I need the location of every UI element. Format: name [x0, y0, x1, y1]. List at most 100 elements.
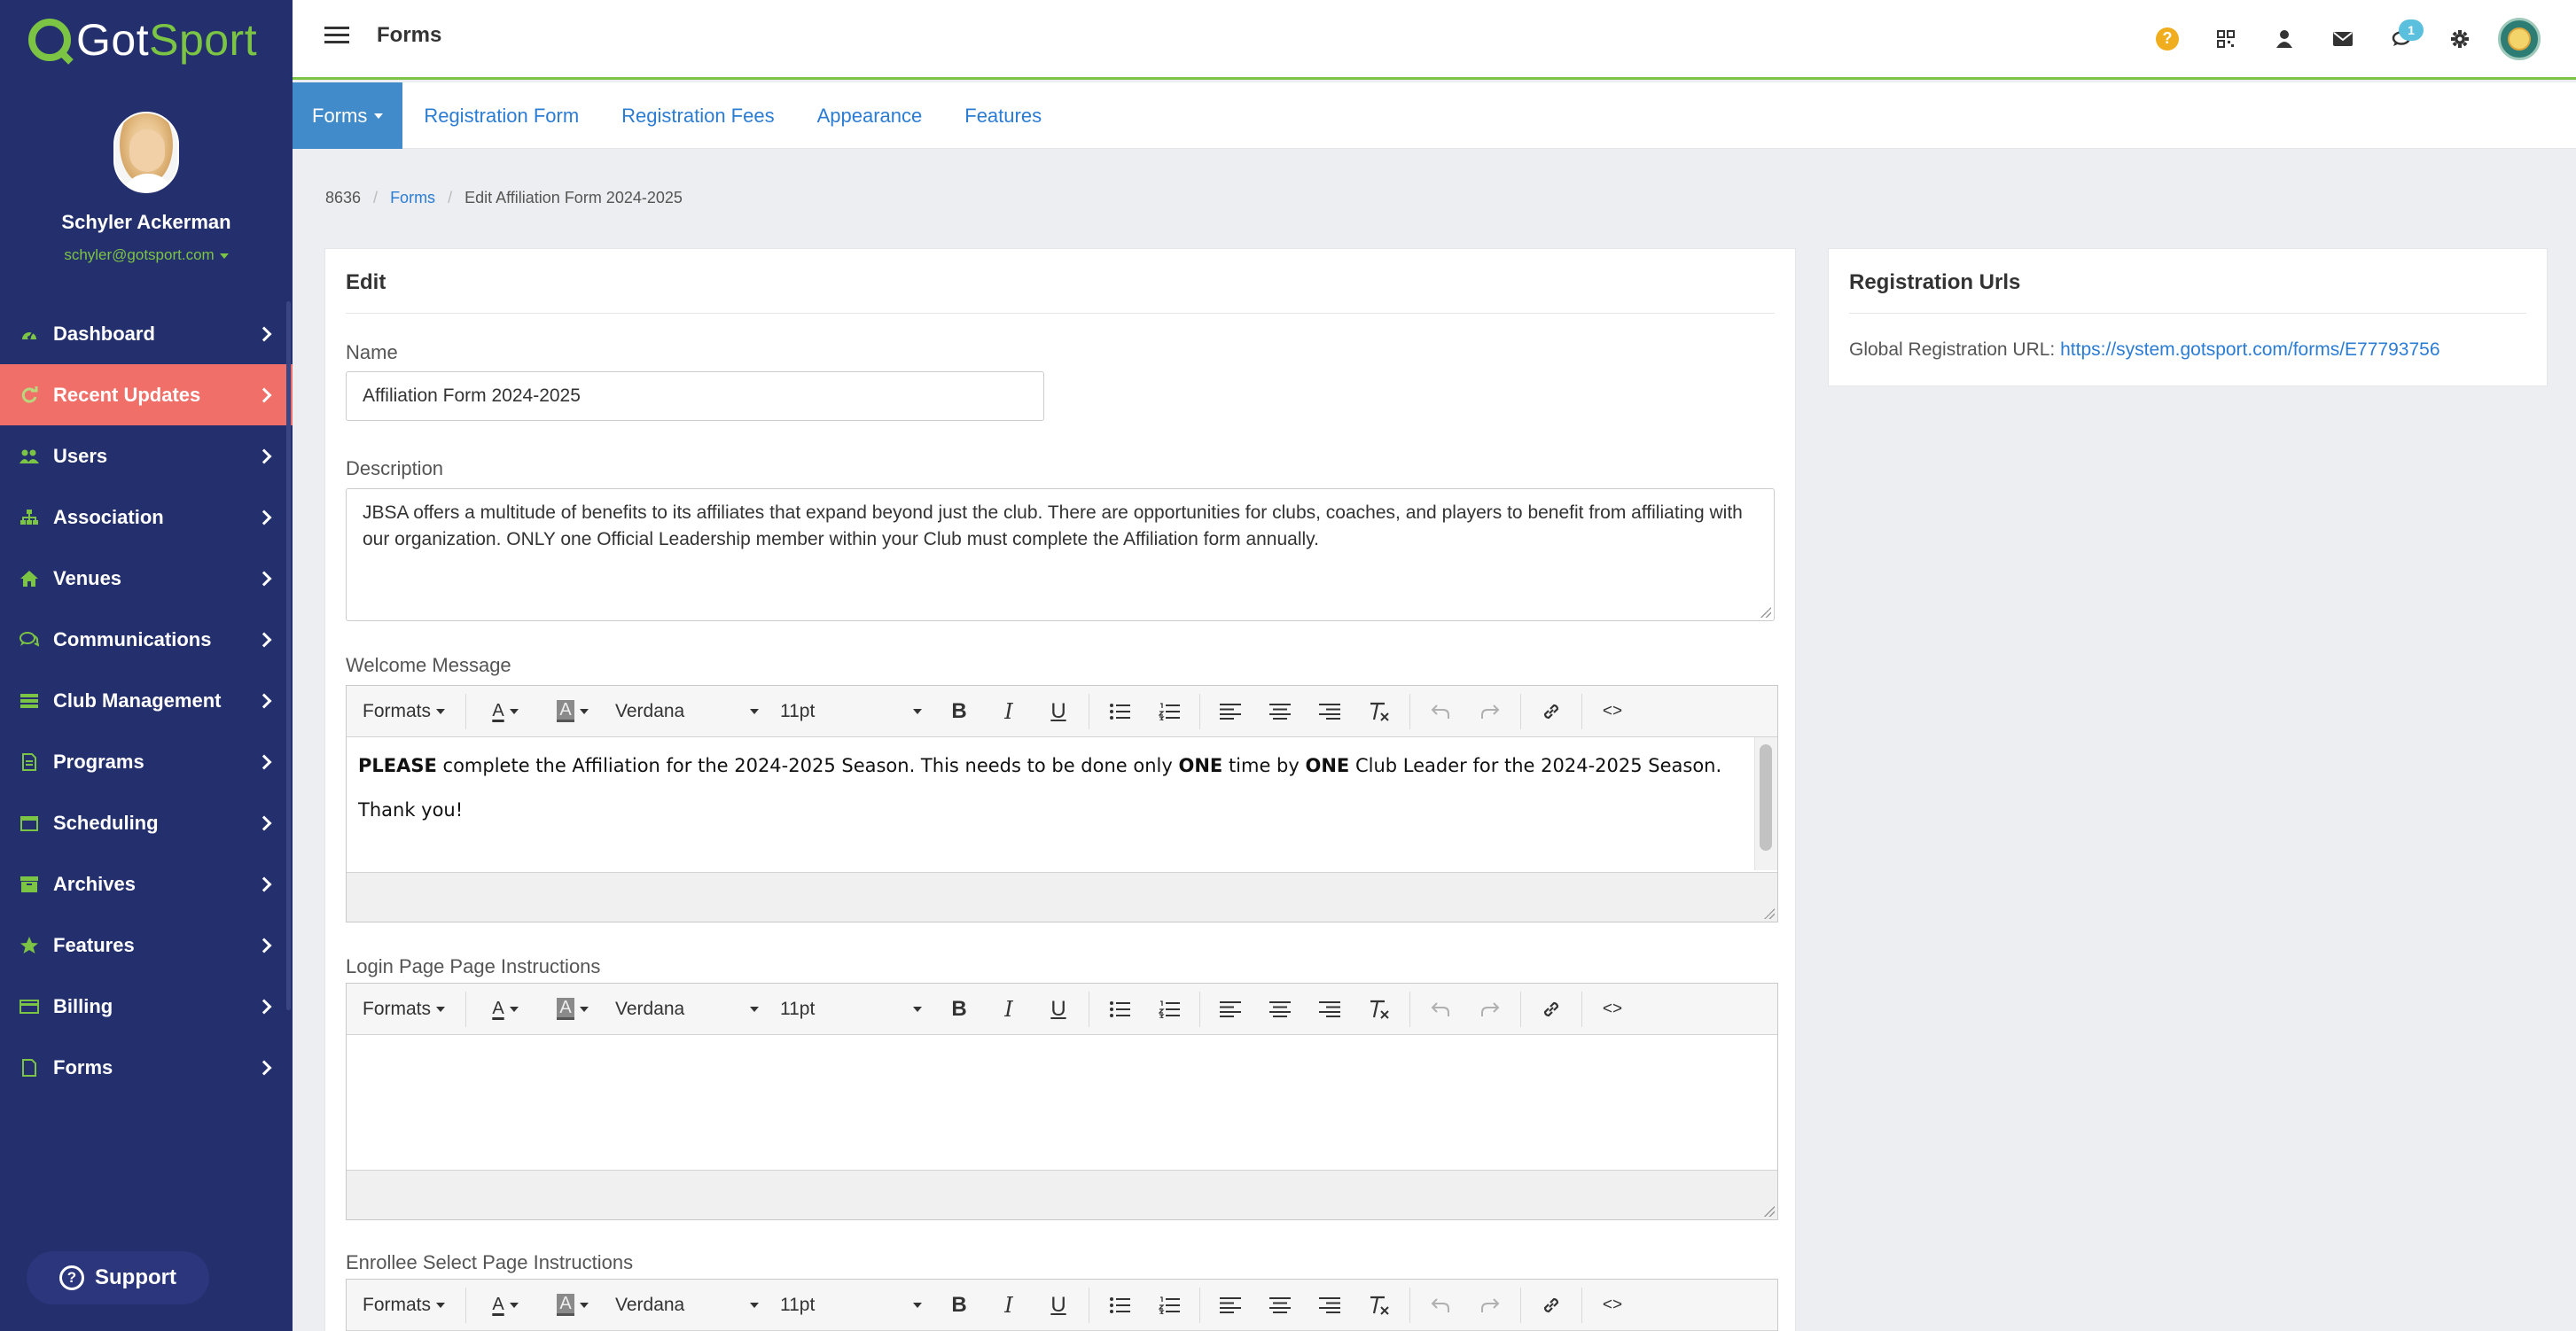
resize-handle-icon[interactable] — [1764, 908, 1775, 919]
bold-button[interactable]: B — [934, 694, 984, 729]
name-value: Affiliation Form 2024-2025 — [363, 385, 581, 406]
insert-link-button[interactable] — [1526, 694, 1576, 729]
align-center-button[interactable] — [1255, 1288, 1305, 1323]
align-left-button[interactable] — [1206, 992, 1255, 1027]
text-color-button[interactable]: A — [472, 992, 539, 1027]
clear-formatting-icon — [1370, 1296, 1389, 1315]
tab-registration-form[interactable]: Registration Form — [402, 82, 600, 149]
sidebar-item-users[interactable]: Users — [0, 425, 293, 486]
align-right-button[interactable] — [1305, 1288, 1354, 1323]
name-input[interactable]: Affiliation Form 2024-2025 — [346, 371, 1044, 421]
sidebar-scrollbar[interactable] — [286, 301, 291, 1010]
align-center-button[interactable] — [1255, 992, 1305, 1027]
align-center-button[interactable] — [1255, 694, 1305, 729]
sidebar-item-billing[interactable]: Billing — [0, 976, 293, 1037]
background-color-button[interactable]: A — [539, 992, 606, 1027]
font-size-select[interactable]: 11pt — [771, 992, 934, 1027]
font-size-select[interactable]: 11pt — [771, 694, 934, 729]
sidebar-item-dashboard[interactable]: Dashboard — [0, 303, 293, 364]
mail-button[interactable] — [2314, 21, 2372, 57]
resize-handle-icon[interactable] — [1760, 607, 1771, 618]
underline-button[interactable]: U — [1034, 694, 1083, 729]
tab-features[interactable]: Features — [943, 82, 1063, 149]
insert-link-button[interactable] — [1526, 992, 1576, 1027]
numbered-list-button[interactable] — [1144, 1288, 1194, 1323]
caret-down-icon — [579, 1302, 589, 1308]
redo-button[interactable] — [1465, 992, 1515, 1027]
text-color-button[interactable]: A — [472, 1288, 539, 1323]
clear-formatting-button[interactable] — [1354, 992, 1404, 1027]
formats-dropdown[interactable]: Formats — [354, 992, 460, 1027]
bullet-list-button[interactable] — [1095, 1288, 1144, 1323]
settings-button[interactable] — [2431, 21, 2489, 57]
gotsport-logo[interactable]: GotSport — [0, 0, 293, 80]
bold-button[interactable]: B — [934, 992, 984, 1027]
editor-statusbar — [347, 1170, 1777, 1219]
clear-formatting-button[interactable] — [1354, 1288, 1404, 1323]
editor-scrollbar[interactable] — [1760, 744, 1772, 851]
qr-code-button[interactable] — [2197, 21, 2255, 57]
global-registration-url-link[interactable]: https://system.gotsport.com/forms/E77793… — [2060, 339, 2439, 360]
support-button[interactable]: ? Support — [27, 1251, 209, 1304]
sidebar-item-association[interactable]: Association — [0, 486, 293, 548]
font-family-select[interactable]: Verdana — [606, 1288, 771, 1323]
numbered-list-button[interactable] — [1144, 694, 1194, 729]
source-code-button[interactable]: <> — [1588, 694, 1637, 729]
sidebar-item-scheduling[interactable]: Scheduling — [0, 792, 293, 853]
tab-registration-fees[interactable]: Registration Fees — [600, 82, 795, 149]
align-left-button[interactable] — [1206, 1288, 1255, 1323]
bullet-list-button[interactable] — [1095, 992, 1144, 1027]
underline-button[interactable]: U — [1034, 992, 1083, 1027]
background-color-button[interactable]: A — [539, 694, 606, 729]
user-button[interactable] — [2255, 21, 2314, 57]
font-size-select[interactable]: 11pt — [771, 1288, 934, 1323]
undo-button[interactable] — [1416, 694, 1465, 729]
italic-button[interactable]: I — [984, 992, 1034, 1027]
redo-button[interactable] — [1465, 694, 1515, 729]
organization-avatar[interactable] — [2498, 17, 2541, 60]
source-code-button[interactable]: <> — [1588, 992, 1637, 1027]
sidebar-item-programs[interactable]: Programs — [0, 731, 293, 792]
italic-button[interactable]: I — [984, 694, 1034, 729]
numbered-list-button[interactable] — [1144, 992, 1194, 1027]
sidebar-item-club-management[interactable]: Club Management — [0, 670, 293, 731]
align-left-button[interactable] — [1206, 694, 1255, 729]
font-family-select[interactable]: Verdana — [606, 992, 771, 1027]
tab-appearance[interactable]: Appearance — [796, 82, 944, 149]
sidebar-item-features[interactable]: Features — [0, 915, 293, 976]
hamburger-menu-icon[interactable] — [324, 27, 349, 44]
underline-button[interactable]: U — [1034, 1288, 1083, 1323]
text-color-button[interactable]: A — [472, 694, 539, 729]
profile-email-dropdown[interactable]: schyler@gotsport.com — [0, 246, 293, 264]
undo-button[interactable] — [1416, 992, 1465, 1027]
align-right-button[interactable] — [1305, 694, 1354, 729]
breadcrumb-id[interactable]: 8636 — [325, 189, 361, 207]
align-right-button[interactable] — [1305, 992, 1354, 1027]
messages-button[interactable]: 1 — [2372, 19, 2431, 57]
description-textarea[interactable]: JBSA offers a multitude of benefits to i… — [346, 488, 1775, 621]
sidebar-item-recent-updates[interactable]: Recent Updates — [0, 364, 293, 425]
help-button[interactable]: ? — [2138, 21, 2197, 57]
welcome-message-content[interactable]: PLEASE complete the Affiliation for the … — [347, 737, 1777, 872]
sidebar-item-forms[interactable]: Forms — [0, 1037, 293, 1098]
background-color-button[interactable]: A — [539, 1288, 606, 1323]
bullet-list-button[interactable] — [1095, 694, 1144, 729]
redo-button[interactable] — [1465, 1288, 1515, 1323]
link-icon — [1543, 1001, 1559, 1016]
formats-dropdown[interactable]: Formats — [354, 694, 460, 729]
tab-forms-dropdown[interactable]: Forms — [293, 82, 403, 149]
login-instructions-content[interactable] — [347, 1035, 1777, 1170]
sidebar-item-venues[interactable]: Venues — [0, 548, 293, 609]
sidebar-item-communications[interactable]: Communications — [0, 609, 293, 670]
breadcrumb-forms-link[interactable]: Forms — [390, 189, 435, 207]
clear-formatting-button[interactable] — [1354, 694, 1404, 729]
font-family-select[interactable]: Verdana — [606, 694, 771, 729]
resize-handle-icon[interactable] — [1764, 1206, 1775, 1217]
undo-button[interactable] — [1416, 1288, 1465, 1323]
insert-link-button[interactable] — [1526, 1288, 1576, 1323]
source-code-button[interactable]: <> — [1588, 1288, 1637, 1323]
italic-button[interactable]: I — [984, 1288, 1034, 1323]
bold-button[interactable]: B — [934, 1288, 984, 1323]
formats-dropdown[interactable]: Formats — [354, 1288, 460, 1323]
sidebar-item-archives[interactable]: Archives — [0, 853, 293, 915]
